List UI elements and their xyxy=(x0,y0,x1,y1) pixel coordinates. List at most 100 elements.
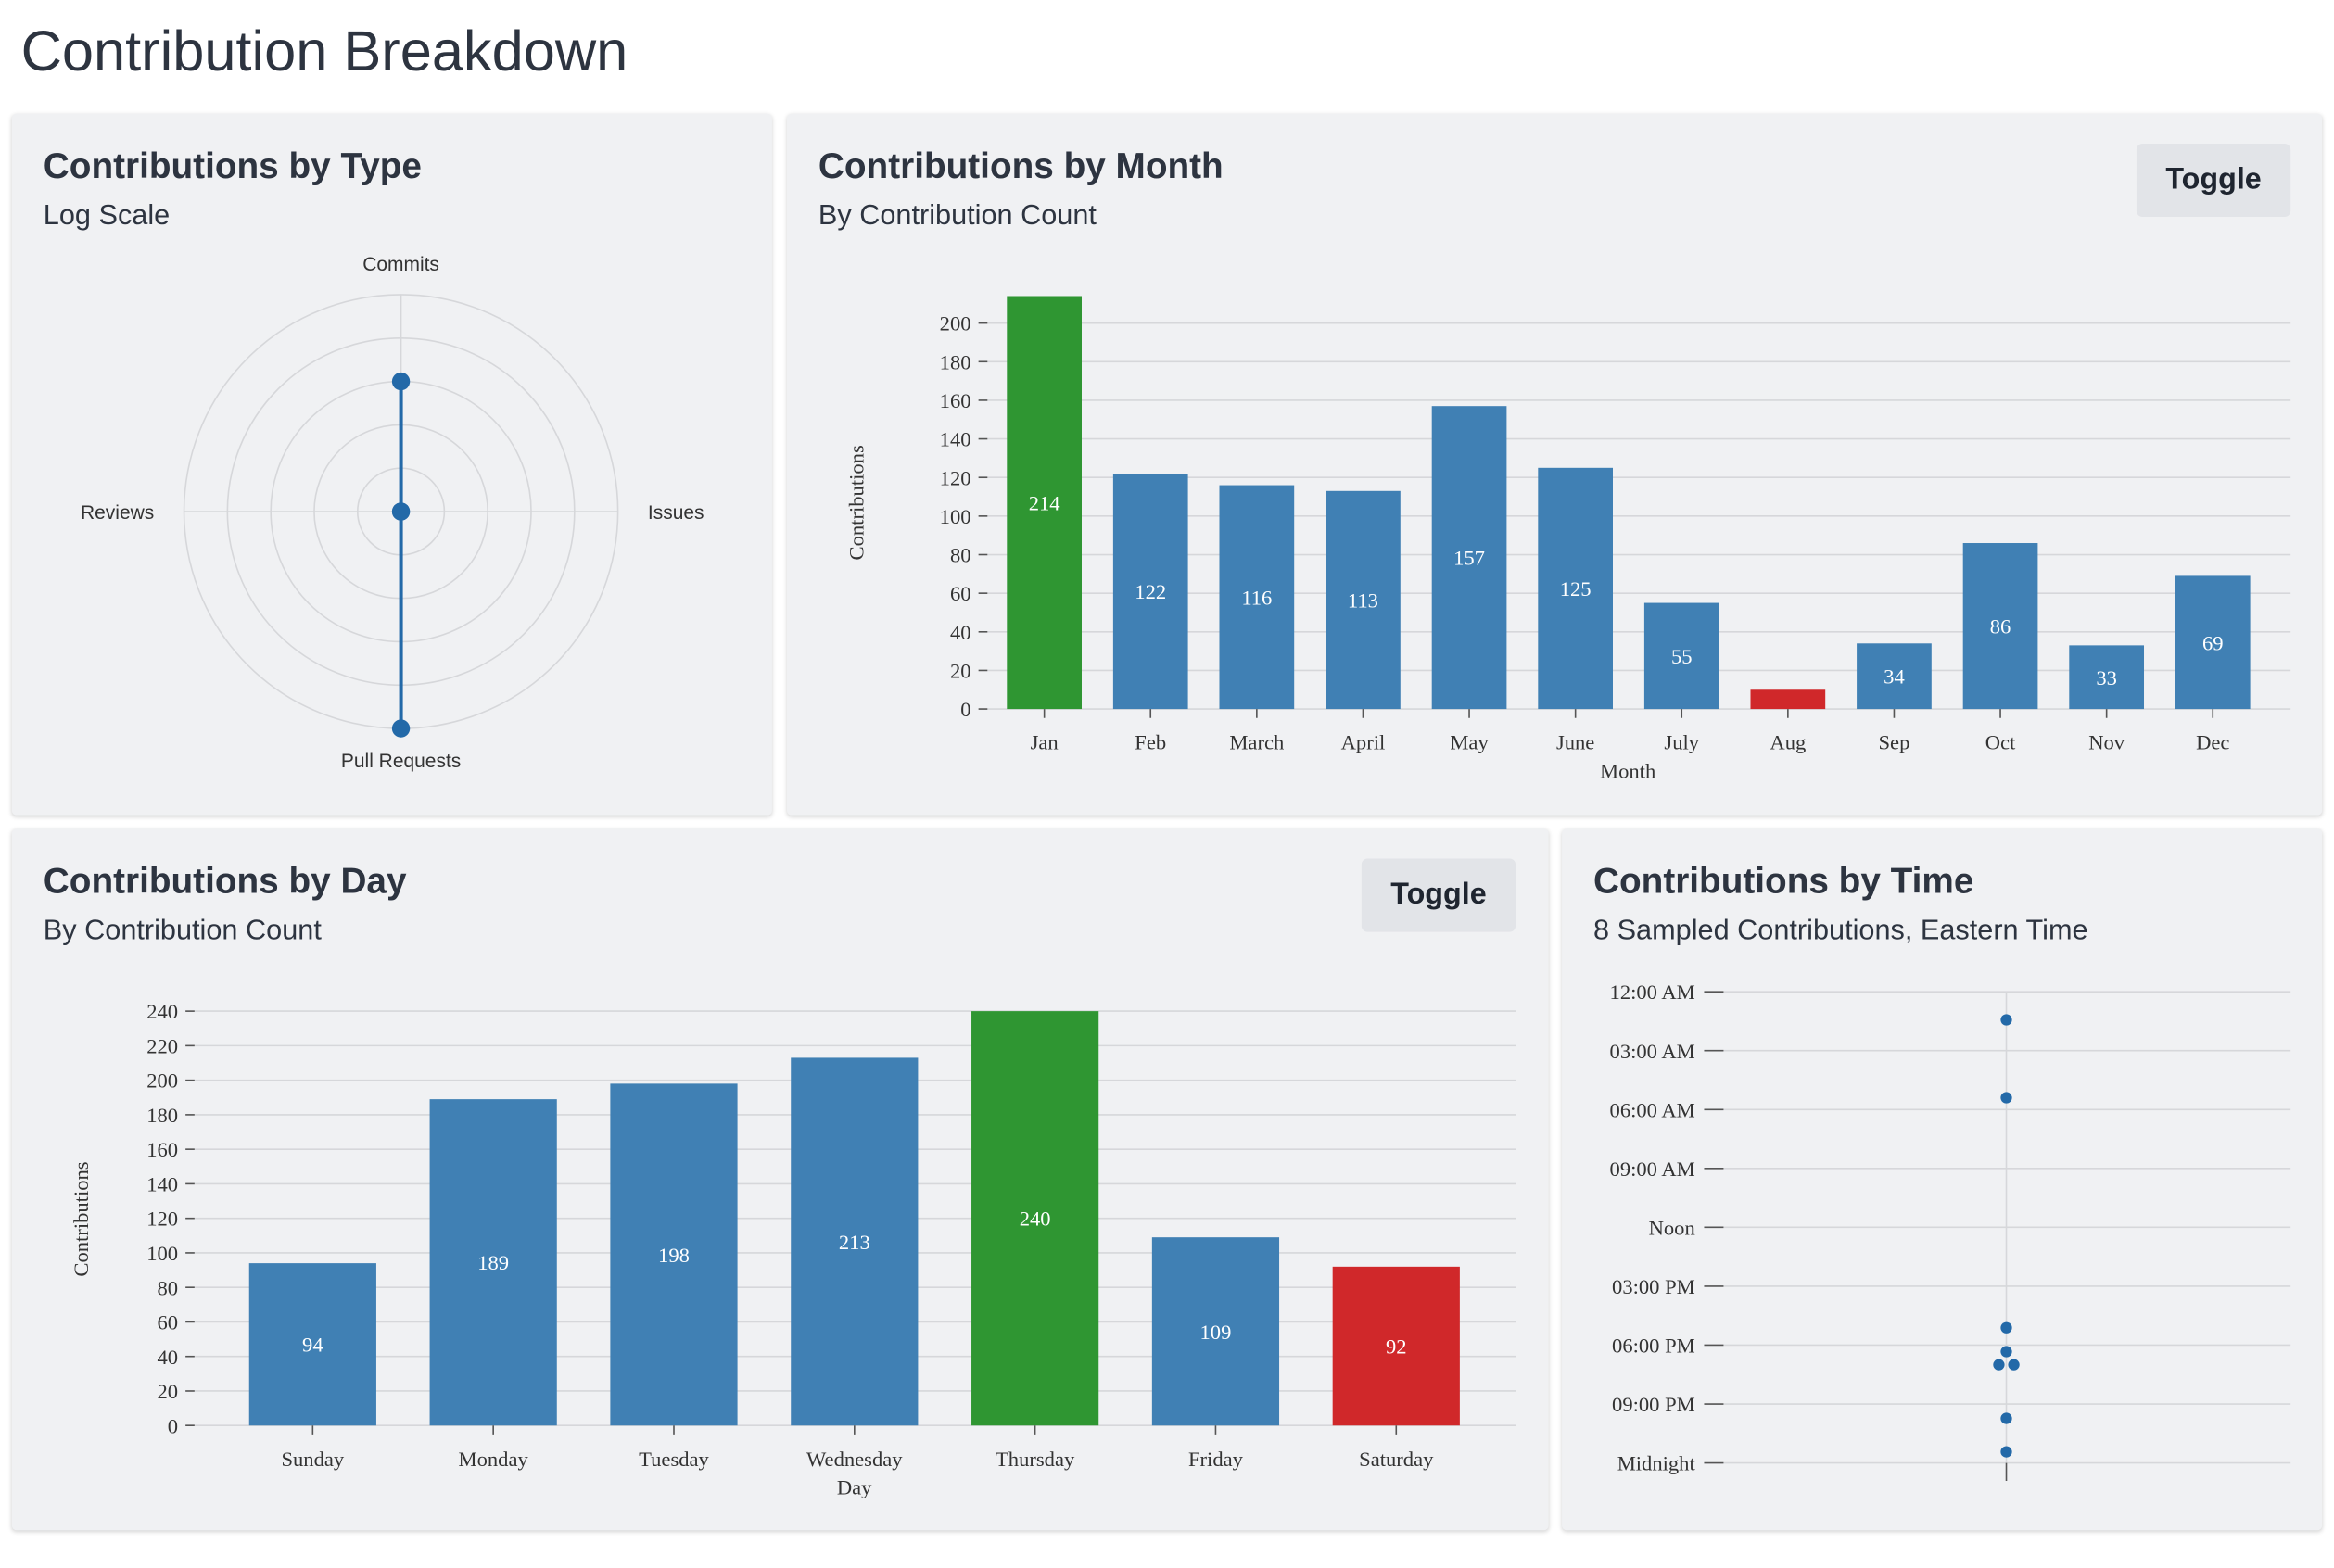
y-tick-label: 40 xyxy=(157,1346,178,1369)
bar-value-label: 92 xyxy=(1386,1335,1407,1359)
y-tick-label: 06:00 PM xyxy=(1612,1334,1695,1358)
y-tick-label: 160 xyxy=(146,1138,178,1161)
bar-value-label: 116 xyxy=(1241,586,1272,609)
y-axis-label: Contributions xyxy=(844,445,868,560)
x-tick-label: Nov xyxy=(2088,731,2125,754)
bar-value-label: 86 xyxy=(1990,615,2011,639)
y-tick-label: 180 xyxy=(146,1104,178,1127)
day-bar-chart: 0 20 40 60 80 100 120 140 160 180 200 220 240 94 Sunda… xyxy=(70,1000,1516,1498)
panel-contributions-by-month: Contributions by Month By Contribution C… xyxy=(787,113,2323,816)
y-tick-label: 60 xyxy=(950,582,971,605)
time-point xyxy=(1993,1359,2005,1371)
y-tick-label: 20 xyxy=(950,660,971,683)
bar-value-label: 55 xyxy=(1671,645,1693,668)
x-tick-label: May xyxy=(1450,731,1489,754)
radar-point-commits xyxy=(391,372,411,391)
month-toggle-button[interactable]: Toggle xyxy=(2136,143,2291,218)
y-tick-label: 120 xyxy=(146,1208,178,1231)
y-tick-label: 220 xyxy=(146,1034,178,1057)
x-tick-label: Thursday xyxy=(996,1448,1075,1471)
x-tick-label: Sunday xyxy=(281,1448,344,1471)
radar-axis-label: Reviews xyxy=(81,502,154,524)
y-tick-label: 12:00 AM xyxy=(1610,980,1695,1004)
x-tick-label: July xyxy=(1664,731,1699,754)
y-tick-label: 09:00 PM xyxy=(1612,1393,1695,1416)
x-tick-label: March xyxy=(1229,731,1284,754)
radar-point-reviews xyxy=(391,502,411,521)
y-tick-label: 60 xyxy=(157,1311,178,1334)
y-tick-label: 100 xyxy=(146,1242,178,1265)
time-point xyxy=(2000,1412,2012,1424)
bar-value-label: 122 xyxy=(1135,580,1166,603)
x-tick-label: April xyxy=(1341,731,1386,754)
y-tick-label: 80 xyxy=(950,544,971,567)
month-bar-chart: 0 20 40 60 80 100 120 140 160 180 200 214 Jan 122 Feb 1… xyxy=(844,296,2291,782)
bar-value-label: 69 xyxy=(2202,631,2224,654)
y-tick-label: Midnight xyxy=(1617,1452,1696,1475)
x-tick-label: Tuesday xyxy=(639,1448,709,1471)
day-toggle-button[interactable]: Toggle xyxy=(1361,858,1516,932)
time-scatter-chart: 12:00 AM 03:00 AM 06:00 AM 09:00 AM Noon 03:0… xyxy=(1610,980,2291,1481)
bar-value-label: 34 xyxy=(1884,665,1905,689)
x-tick-label: Jan xyxy=(1031,731,1059,754)
x-tick-label: June xyxy=(1556,731,1594,754)
panel-contributions-by-day: Contributions by Day By Contribution Cou… xyxy=(11,828,1549,1531)
y-tick-label: 0 xyxy=(168,1414,178,1437)
x-tick-label: Dec xyxy=(2196,731,2229,754)
bar-value-label: 33 xyxy=(2096,666,2117,689)
bar-value-label: 240 xyxy=(1020,1208,1051,1231)
x-tick-label: Monday xyxy=(459,1448,529,1471)
x-tick-label: Sep xyxy=(1879,731,1910,754)
time-point xyxy=(2000,1092,2012,1104)
page-title: Contribution Breakdown xyxy=(20,20,628,84)
radar-chart: Commits Issues Pull Requests Reviews xyxy=(81,254,704,772)
x-tick-label: Wednesday xyxy=(806,1448,903,1471)
x-axis-label: Month xyxy=(1600,759,1655,782)
bar-aug xyxy=(1750,689,1826,710)
time-point xyxy=(2000,1321,2012,1334)
time-point xyxy=(2008,1359,2020,1371)
bar-value-label: 94 xyxy=(302,1334,323,1357)
y-tick-label: 03:00 AM xyxy=(1610,1040,1695,1063)
time-point xyxy=(2000,1014,2012,1026)
bar-value-label: 125 xyxy=(1560,577,1592,601)
y-tick-label: 03:00 PM xyxy=(1612,1275,1695,1298)
y-tick-label: 240 xyxy=(146,1000,178,1023)
radar-axis-label: Pull Requests xyxy=(341,751,461,772)
y-tick-label: 160 xyxy=(940,389,971,412)
dashboard: Contribution Breakdown Contributions by … xyxy=(0,0,2334,1568)
y-tick-label: 140 xyxy=(940,428,971,451)
y-tick-label: 06:00 AM xyxy=(1610,1098,1695,1121)
bar-value-label: 189 xyxy=(477,1251,509,1274)
y-axis-label: Contributions xyxy=(70,1161,93,1276)
bar-value-label: 157 xyxy=(1453,547,1485,570)
y-tick-label: 09:00 AM xyxy=(1610,1157,1695,1181)
time-point xyxy=(2000,1446,2012,1458)
bar-value-label: 109 xyxy=(1200,1321,1232,1344)
x-axis-label: Day xyxy=(837,1475,872,1498)
bar-value-label: 113 xyxy=(1348,589,1378,613)
y-tick-label: 140 xyxy=(146,1172,178,1195)
bar-value-label: 214 xyxy=(1029,491,1060,514)
panel-contributions-by-time: Contributions by Time 8 Sampled Contribu… xyxy=(1562,828,2323,1531)
x-tick-label: Feb xyxy=(1135,731,1166,754)
y-tick-label: 40 xyxy=(950,621,971,644)
x-tick-label: Aug xyxy=(1770,731,1806,754)
y-tick-label: 20 xyxy=(157,1380,178,1403)
y-tick-label: Noon xyxy=(1649,1216,1695,1239)
time-point xyxy=(2000,1346,2012,1358)
y-tick-label: 180 xyxy=(940,350,971,373)
y-tick-label: 0 xyxy=(960,698,970,721)
radar-point-pull-requests xyxy=(391,719,411,738)
x-tick-label: Oct xyxy=(1985,731,2016,754)
x-tick-label: Saturday xyxy=(1359,1448,1434,1471)
y-tick-label: 120 xyxy=(940,466,971,489)
y-tick-label: 100 xyxy=(940,505,971,528)
radar-axis-label: Commits xyxy=(362,254,439,275)
y-tick-label: 80 xyxy=(157,1276,178,1299)
x-tick-label: Friday xyxy=(1188,1448,1244,1471)
panel-contributions-by-type: Contributions by Type Log Scale Commits I… xyxy=(11,113,772,816)
y-tick-label: 200 xyxy=(940,312,971,335)
bar-value-label: 213 xyxy=(839,1231,870,1254)
bar-value-label: 198 xyxy=(658,1244,690,1267)
